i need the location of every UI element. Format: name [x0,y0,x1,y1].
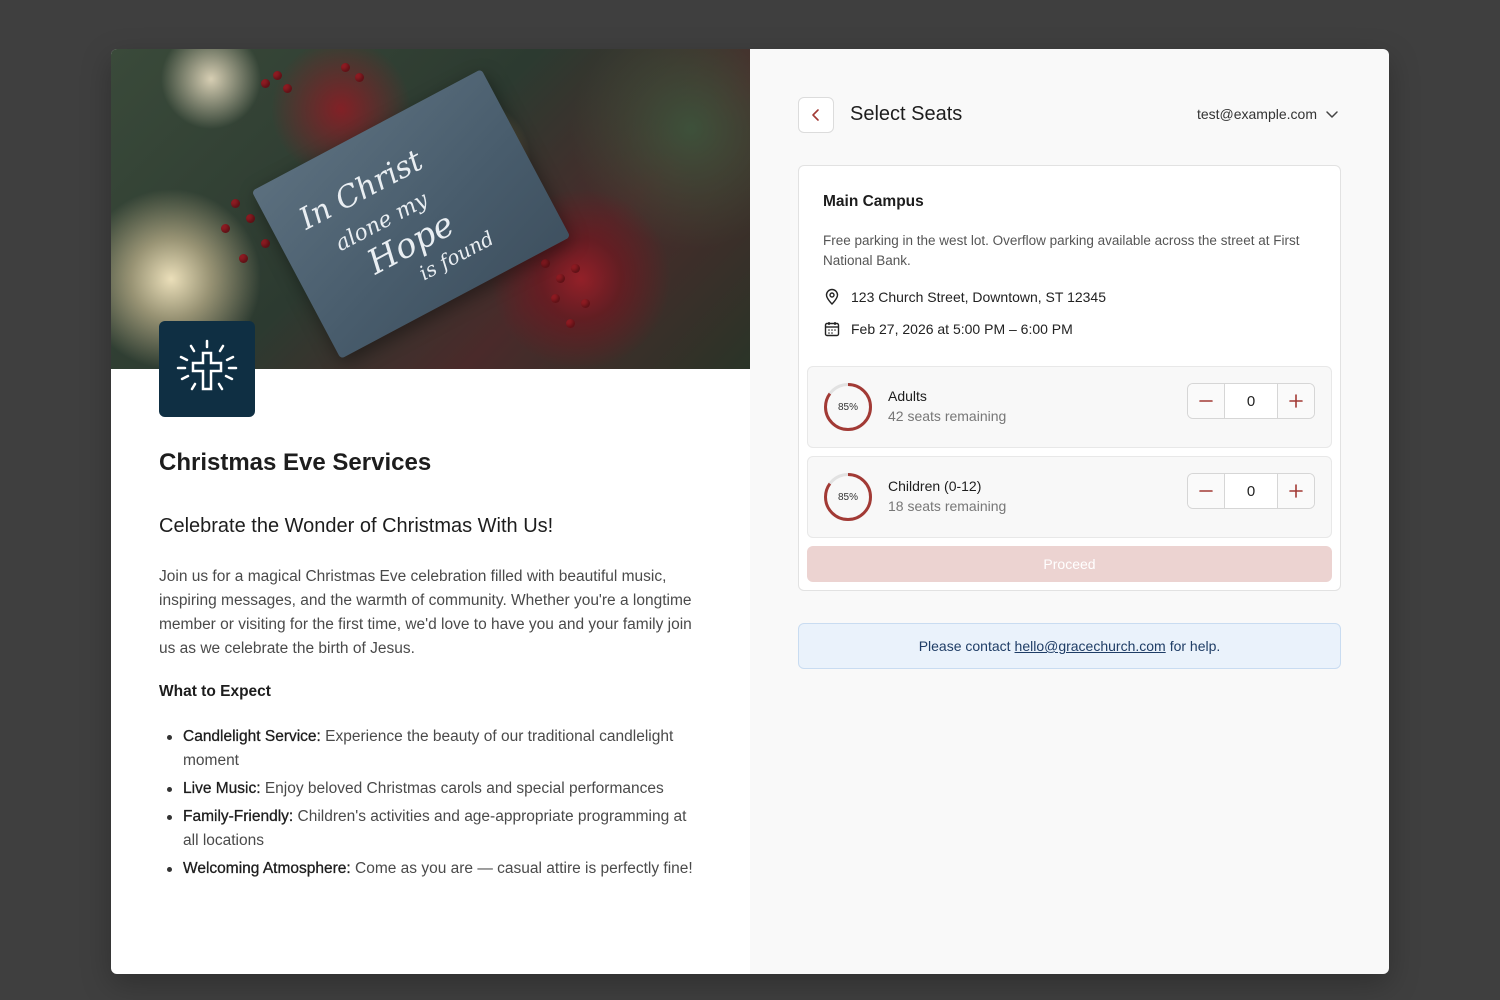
ticket-name: Adults [888,388,927,404]
plus-icon [1289,394,1303,408]
datetime-text: Feb 27, 2026 at 5:00 PM – 6:00 PM [851,321,1073,337]
hero-calligraphy-card: In Christ alone my Hope is found [251,69,571,359]
proceed-button[interactable]: Proceed [807,546,1332,582]
help-prefix: Please contact [918,638,1011,654]
quantity-input[interactable]: 0 [1224,384,1278,418]
campus-name: Main Campus [823,193,924,210]
parking-info: Free parking in the west lot. Overflow p… [823,233,1300,268]
event-details-panel: In Christ alone my Hope is found Christm… [111,49,750,974]
quantity-input[interactable]: 0 [1224,474,1278,508]
list-item-text: Come as you are — casual attire is perfe… [350,860,693,877]
help-banner: Please contact hello@gracechurch.com for… [798,623,1341,669]
list-item-label: Welcoming Atmosphere: [183,860,351,877]
decrement-button[interactable] [1188,384,1224,418]
calendar-icon [824,322,840,337]
ticket-row-children: 85% Children (0-12) 18 seats remaining 0 [807,456,1332,538]
church-logo [159,321,255,417]
what-to-expect-heading: What to Expect [159,683,271,700]
map-pin-icon [825,288,839,305]
what-to-expect-list: Candlelight Service: Experience the beau… [159,725,704,885]
list-item-label: Candlelight Service: [183,728,321,745]
capacity-percent: 85% [837,491,858,503]
ticket-name: Children (0-12) [888,478,982,494]
chevron-left-icon [812,109,819,121]
address-text: 123 Church Street, Downtown, ST 12345 [851,289,1107,305]
list-item: Family-Friendly: Children's activities a… [159,805,704,853]
page-title: Select Seats [850,103,963,125]
list-item: Live Music: Enjoy beloved Christmas caro… [159,777,704,801]
capacity-percent: 85% [837,401,858,413]
minus-icon [1199,490,1213,492]
list-item-label: Family-Friendly: [183,808,294,825]
plus-icon [1289,484,1303,498]
event-subtitle: Celebrate the Wonder of Christmas With U… [159,515,554,537]
minus-icon [1199,400,1213,402]
event-description: Join us for a magical Christmas Eve cele… [159,568,692,657]
datetime-row: Feb 27, 2026 at 5:00 PM – 6:00 PM [823,320,1073,338]
increment-button[interactable] [1278,384,1314,418]
help-email-link[interactable]: hello@gracechurch.com [1015,638,1166,654]
event-title: Christmas Eve Services [159,449,432,476]
address-row: 123 Church Street, Downtown, ST 12345 [823,288,1106,306]
list-item-text: Enjoy beloved Christmas carols and speci… [260,780,664,797]
increment-button[interactable] [1278,474,1314,508]
help-suffix: for help. [1169,638,1221,654]
user-email: test@example.com [1196,106,1317,122]
quantity-stepper: 0 [1187,383,1315,419]
list-item: Welcoming Atmosphere: Come as you are — … [159,857,704,881]
quantity-stepper: 0 [1187,473,1315,509]
back-button[interactable] [798,97,834,133]
seats-remaining: 42 seats remaining [888,408,1007,424]
list-item-label: Live Music: [183,780,261,797]
seats-remaining: 18 seats remaining [888,498,1007,514]
app-window: In Christ alone my Hope is found Christm… [111,49,1389,974]
decrement-button[interactable] [1188,474,1224,508]
cross-icon [176,339,238,391]
ticket-row-adults: 85% Adults 42 seats remaining 0 [807,366,1332,448]
chevron-down-icon [1326,111,1338,118]
location-card: Main Campus Free parking in the west lot… [798,165,1341,591]
seat-selection-panel: Select Seats test@example.com Main Campu… [750,49,1389,974]
list-item: Candlelight Service: Experience the beau… [159,725,704,773]
user-menu[interactable]: test@example.com [1197,106,1339,122]
